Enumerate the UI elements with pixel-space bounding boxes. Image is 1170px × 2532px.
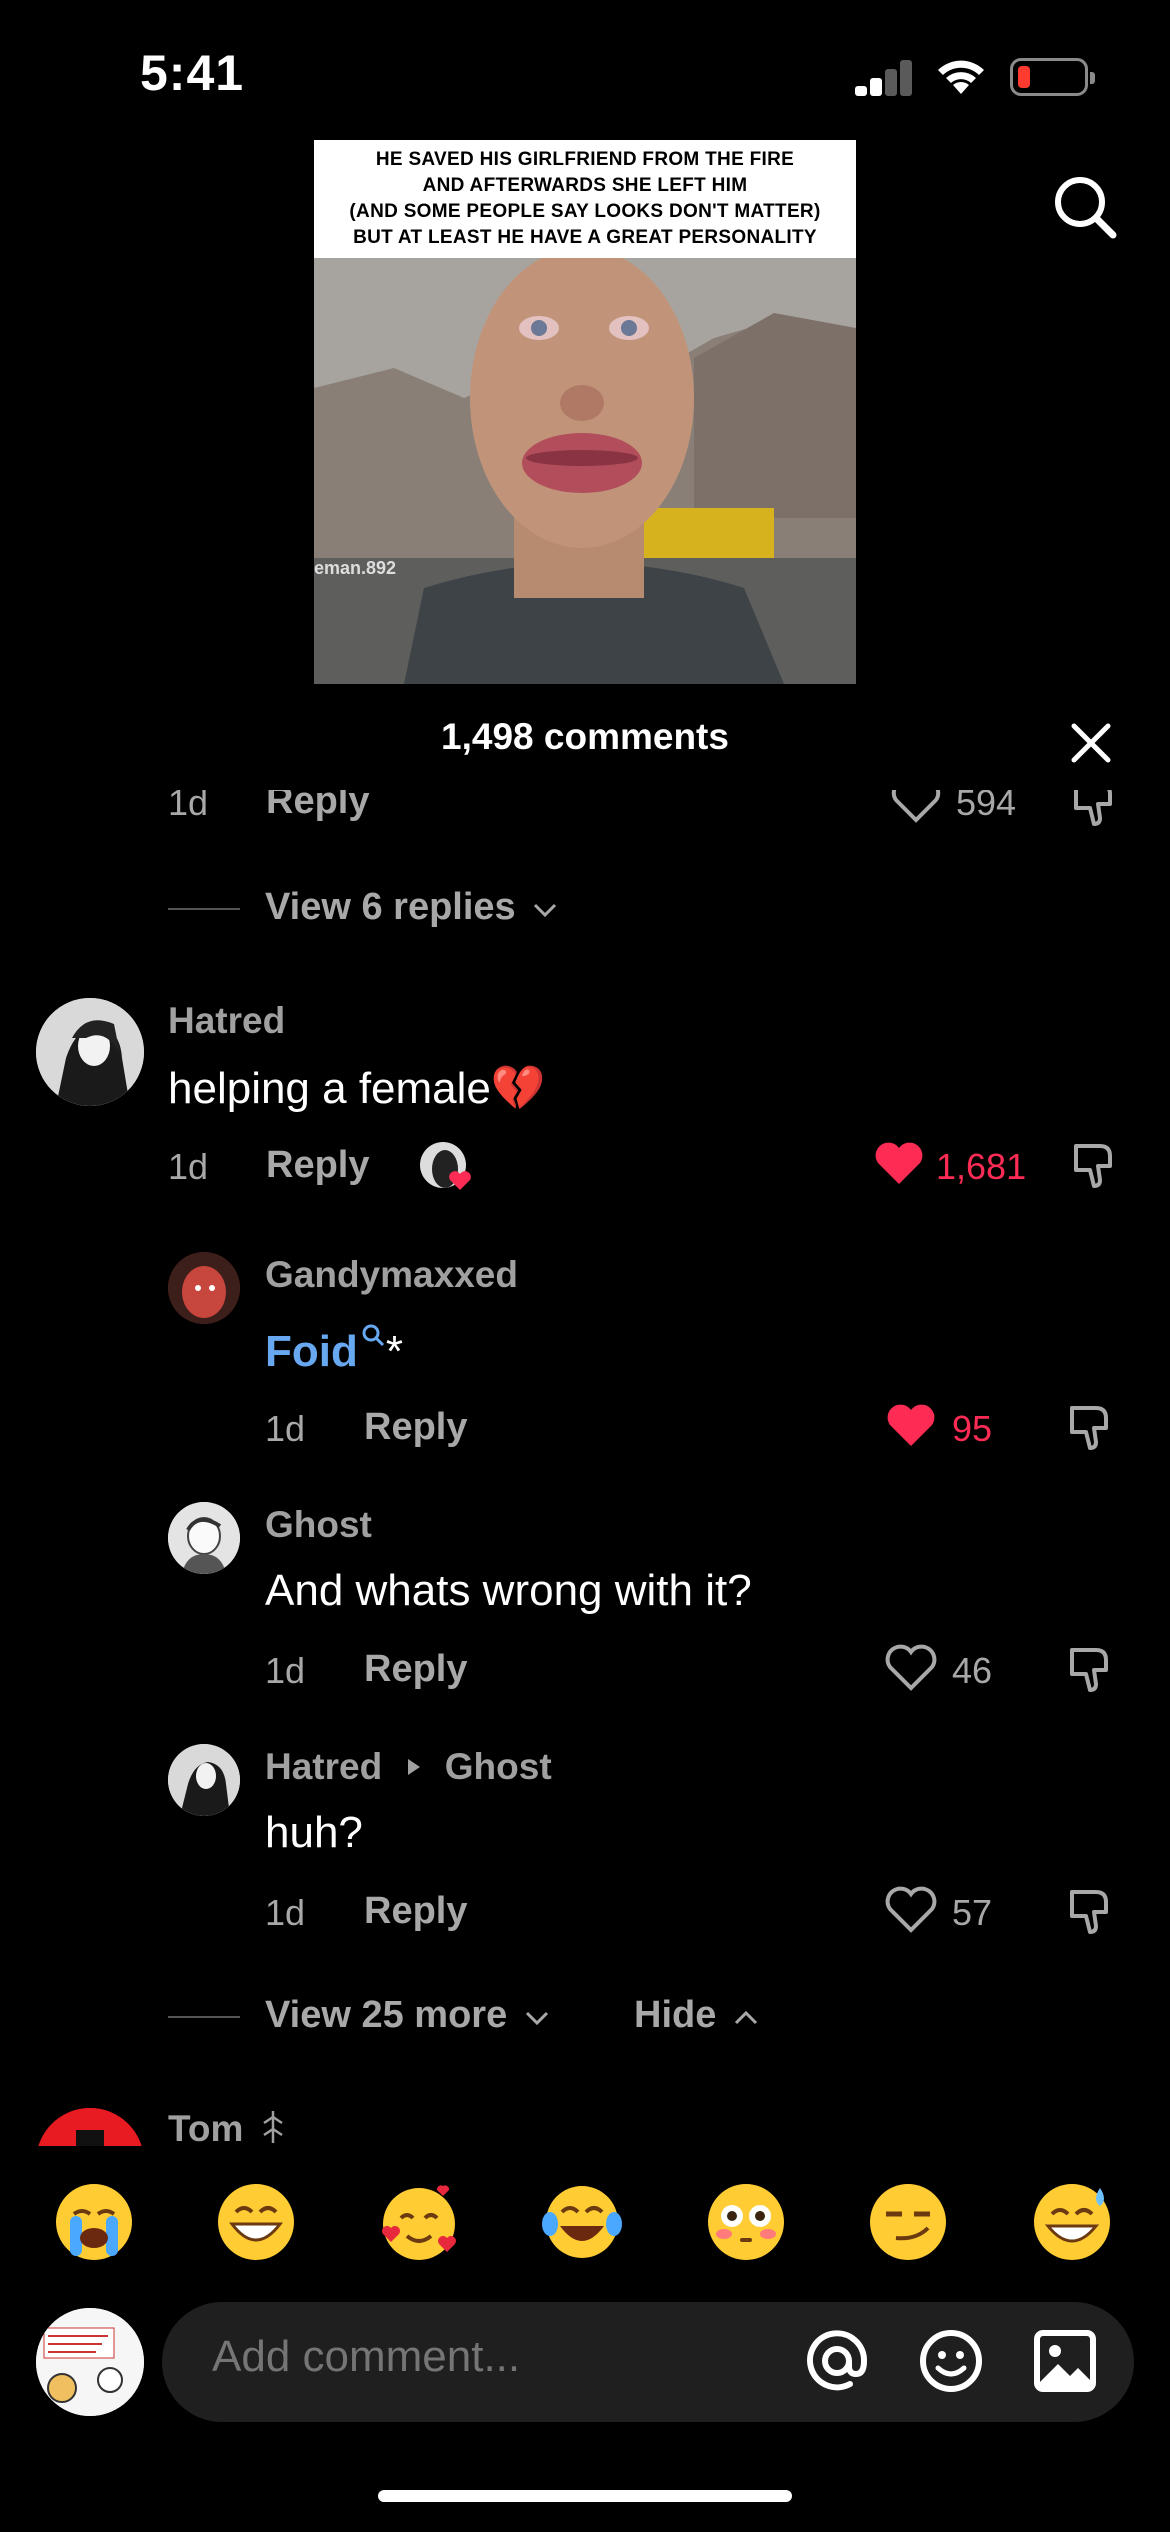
view-replies-button[interactable]: View 6 replies [265, 886, 558, 929]
heart-outline-icon[interactable] [884, 1886, 938, 1934]
image-icon[interactable] [1032, 2328, 1098, 2394]
video-frame-image [314, 258, 856, 684]
avatar[interactable] [168, 1744, 240, 1816]
status-time: 5:41 [140, 45, 245, 101]
heart-badge-icon [449, 1171, 471, 1190]
caption-line: He saved his girlfriend from the fire [375, 149, 795, 170]
like-count: 95 [952, 1408, 993, 1449]
avatar[interactable] [168, 1252, 240, 1324]
rune-badge-icon [262, 2111, 283, 2143]
reply-to-username[interactable]: Ghost [445, 1746, 552, 1787]
comment-username[interactable]: Hatred [168, 1000, 285, 1042]
reply-username[interactable]: Gandymaxxed [265, 1254, 518, 1296]
like-count: 46 [952, 1650, 993, 1691]
mention-icon[interactable] [804, 2328, 870, 2394]
heart-filled-icon[interactable] [872, 1140, 926, 1188]
like-count: 1,681 [936, 1146, 1027, 1187]
reply-text: And whats wrong with it? [265, 1566, 752, 1615]
chevron-up-icon [734, 2010, 757, 2025]
comment-composer[interactable] [162, 2302, 1134, 2422]
close-icon[interactable] [1070, 722, 1112, 764]
comments-count-title: 1,498 comments [441, 716, 729, 757]
view-more-button[interactable]: View 25 more [265, 1994, 550, 2037]
heart-outline-icon[interactable] [884, 1644, 938, 1692]
reply-button[interactable]: Reply [364, 1648, 467, 1691]
dislike-icon[interactable] [1066, 1886, 1118, 1936]
comment-text-body: helping a female [168, 1064, 491, 1113]
reply-button[interactable]: Reply [364, 1890, 467, 1933]
divider-line [168, 908, 240, 910]
caption-line: but at least he have a great personality [353, 227, 817, 248]
caption-line: (and some people say looks don't matter) [349, 201, 821, 222]
view-replies-label: View 6 replies [265, 886, 516, 928]
cellular-signal-icon [855, 58, 913, 96]
comment-username[interactable]: Tom [168, 2108, 243, 2146]
avatar[interactable] [36, 2108, 144, 2146]
reply-text-suffix: * [385, 1327, 403, 1376]
video-thumbnail[interactable]: He saved his girlfriend from the fire an… [314, 140, 856, 684]
creator-liked-avatar [420, 1142, 472, 1194]
reply-button[interactable]: Reply [266, 1144, 369, 1187]
comment-text: helping a female💔 [168, 1062, 546, 1114]
dislike-icon[interactable] [1066, 1402, 1118, 1452]
search-icon[interactable] [1050, 172, 1120, 242]
hide-replies-button[interactable]: Hide [634, 1994, 759, 2037]
emoji-grinning[interactable] [214, 2180, 298, 2264]
reply-arrow-icon [408, 1759, 421, 1775]
comment-list[interactable]: 1d Reply 594 View 6 replies Hatred helpi… [0, 790, 1170, 2146]
reply-time: 1d [265, 1650, 306, 1691]
video-watermark: eman.892 [314, 558, 397, 578]
emoji-loudly-crying[interactable] [52, 2180, 136, 2264]
reply-username-line: Hatred Ghost [265, 1746, 552, 1788]
broken-heart-emoji: 💔 [490, 1064, 546, 1113]
reply-button[interactable]: Reply [266, 790, 369, 823]
my-avatar[interactable] [36, 2308, 144, 2416]
comment-input[interactable] [212, 2332, 732, 2382]
reply-username[interactable]: Hatred [265, 1746, 382, 1787]
chevron-down-icon [525, 2011, 548, 2026]
hide-label: Hide [634, 1994, 717, 2036]
dislike-icon[interactable] [1070, 790, 1122, 828]
reply-text: huh? [265, 1808, 363, 1857]
emoji-sweat-smile[interactable] [1030, 2180, 1114, 2264]
reply-time: 1d [265, 1408, 306, 1449]
avatar[interactable] [36, 998, 144, 1106]
emoji-tears-of-joy[interactable] [540, 2180, 624, 2264]
view-more-label: View 25 more [265, 1994, 508, 2036]
chevron-down-icon [534, 903, 557, 918]
like-count: 57 [952, 1892, 993, 1933]
divider-line [168, 2016, 240, 2018]
emoji-flushed[interactable] [704, 2180, 788, 2264]
like-count: 594 [956, 790, 1017, 823]
search-small-icon[interactable] [360, 1322, 386, 1348]
wifi-icon [938, 60, 984, 94]
reply-text: Foid * [265, 1322, 403, 1377]
heart-outline-icon[interactable] [890, 790, 942, 824]
comment-username-line: Tom [168, 2108, 286, 2146]
emoji-smirk[interactable] [866, 2180, 950, 2264]
comment-time: 1d [168, 790, 209, 823]
dislike-icon[interactable] [1066, 1644, 1118, 1694]
reply-time: 1d [265, 1892, 306, 1933]
emoji-smiling-hearts[interactable] [377, 2180, 461, 2264]
video-caption: He saved his girlfriend from the fire an… [314, 140, 856, 258]
reply-button[interactable]: Reply [364, 1406, 467, 1449]
heart-filled-icon[interactable] [884, 1402, 938, 1450]
emoji-picker-icon[interactable] [918, 2328, 984, 2394]
home-indicator[interactable] [378, 2490, 792, 2502]
comment-time: 1d [168, 1146, 209, 1187]
search-link-text[interactable]: Foid [265, 1327, 358, 1376]
caption-line: and afterwards she left him [422, 175, 748, 196]
avatar[interactable] [168, 1502, 240, 1574]
dislike-icon[interactable] [1070, 1140, 1122, 1190]
battery-icon [1010, 58, 1095, 96]
reply-username[interactable]: Ghost [265, 1504, 372, 1546]
